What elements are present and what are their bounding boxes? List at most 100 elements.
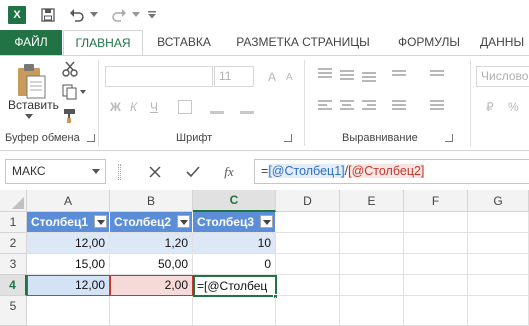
column-header-f[interactable]: F <box>404 190 468 212</box>
empty-cell[interactable] <box>277 275 340 296</box>
row-header-2[interactable]: 2 <box>0 233 27 254</box>
empty-cell[interactable] <box>468 275 529 296</box>
bold-button[interactable]: Ж <box>110 100 121 114</box>
undo-dropdown-icon[interactable] <box>88 5 100 25</box>
cancel-icon[interactable] <box>142 159 168 184</box>
empty-cell[interactable] <box>404 233 468 254</box>
empty-cell[interactable] <box>276 296 340 326</box>
wrap-text-icon[interactable] <box>430 70 444 82</box>
paste-button-label[interactable]: Вставить <box>8 98 59 112</box>
empty-cell[interactable] <box>340 296 404 326</box>
fill-color-icon[interactable] <box>210 100 224 114</box>
tab-insert[interactable]: ВСТАВКА <box>149 30 219 55</box>
spreadsheet-grid[interactable]: A B C D E F G 1 2 3 4 5 Столбец1 Столбец… <box>0 190 529 326</box>
enter-icon[interactable] <box>180 159 206 184</box>
table-cell[interactable]: 0 <box>193 254 276 275</box>
empty-cell[interactable] <box>340 275 404 296</box>
row-header-1[interactable]: 1 <box>0 212 27 233</box>
tab-home[interactable]: ГЛАВНАЯ <box>63 30 143 56</box>
empty-cell[interactable] <box>340 233 404 254</box>
row-header-4[interactable]: 4 <box>0 275 27 296</box>
table-cell[interactable]: 1,20 <box>110 233 193 254</box>
active-cell-editor[interactable]: =[@Столбец <box>193 275 277 297</box>
filter-dropdown-icon[interactable] <box>177 215 190 228</box>
empty-cell[interactable] <box>468 296 529 326</box>
column-header-g[interactable]: G <box>468 190 529 212</box>
table-cell-referenced[interactable]: 2,00 <box>110 275 193 296</box>
table-cell-referenced[interactable]: 12,00 <box>27 275 110 296</box>
empty-cell[interactable] <box>340 254 404 275</box>
tab-file[interactable]: ФАЙЛ <box>0 30 62 55</box>
tab-formulas[interactable]: ФОРМУЛЫ <box>388 30 470 55</box>
row-header-3[interactable]: 3 <box>0 254 27 275</box>
underline-button[interactable]: Ч <box>150 100 158 114</box>
copy-dropdown-icon[interactable] <box>80 90 86 94</box>
empty-cell[interactable] <box>404 275 468 296</box>
table-cell[interactable]: 12,00 <box>27 233 110 254</box>
table-cell[interactable]: 15,00 <box>27 254 110 275</box>
table-header-cell[interactable]: Столбец3 <box>193 212 276 233</box>
table-header-cell[interactable]: Столбец1 <box>27 212 110 233</box>
table-header-cell[interactable]: Столбец2 <box>110 212 193 233</box>
formula-input[interactable]: =[@Столбец1]/[@Столбец2] <box>254 159 529 184</box>
filter-dropdown-icon[interactable] <box>94 215 107 228</box>
column-header-b[interactable]: B <box>110 190 193 212</box>
empty-cell[interactable] <box>404 296 468 326</box>
column-header-a[interactable]: A <box>27 190 110 212</box>
empty-cell[interactable] <box>276 233 340 254</box>
align-left-icon[interactable] <box>318 100 332 112</box>
orientation-icon[interactable] <box>392 70 406 82</box>
align-top-icon[interactable] <box>318 68 332 80</box>
paste-dropdown-icon[interactable] <box>25 114 33 119</box>
table-cell[interactable]: 50,00 <box>110 254 193 275</box>
format-painter-icon[interactable] <box>62 108 78 127</box>
redo-icon[interactable] <box>108 5 130 25</box>
align-middle-icon[interactable] <box>340 70 354 82</box>
align-center-icon[interactable] <box>340 100 354 112</box>
empty-cell[interactable] <box>276 212 340 233</box>
alignment-launcher-icon[interactable] <box>445 134 453 142</box>
empty-cell[interactable] <box>404 212 468 233</box>
copy-icon[interactable] <box>62 84 78 103</box>
column-header-c[interactable]: C <box>193 190 276 212</box>
empty-cell[interactable] <box>193 297 276 326</box>
font-size-select[interactable]: 11 <box>214 66 254 87</box>
tab-page-layout[interactable]: РАЗМЕТКА СТРАНИЦЫ <box>228 30 378 55</box>
empty-cell[interactable] <box>468 212 529 233</box>
align-bottom-icon[interactable] <box>362 72 376 84</box>
empty-cell[interactable] <box>276 254 340 275</box>
name-box[interactable]: МАКС <box>5 159 106 184</box>
merge-cells-icon[interactable] <box>430 100 444 112</box>
borders-icon[interactable] <box>178 100 192 114</box>
empty-cell[interactable] <box>468 233 529 254</box>
customize-qat-icon[interactable] <box>146 5 158 25</box>
table-cell[interactable]: 10 <box>193 233 276 254</box>
select-all-corner[interactable] <box>0 190 27 212</box>
grow-font-icon[interactable]: A <box>268 70 276 84</box>
currency-icon[interactable]: ₽ <box>486 100 494 114</box>
resize-handle[interactable] <box>118 164 121 180</box>
insert-function-icon[interactable]: fx <box>216 159 242 184</box>
align-right-icon[interactable] <box>362 100 376 112</box>
empty-cell[interactable] <box>27 296 110 326</box>
shrink-font-icon[interactable]: A <box>286 72 293 83</box>
empty-cell[interactable] <box>404 254 468 275</box>
empty-cell[interactable] <box>468 254 529 275</box>
redo-dropdown-icon[interactable] <box>130 5 142 25</box>
empty-cell[interactable] <box>340 212 404 233</box>
clipboard-launcher-icon[interactable] <box>87 134 95 142</box>
font-launcher-icon[interactable] <box>284 134 292 142</box>
empty-cell[interactable] <box>110 296 193 326</box>
name-box-dropdown-icon[interactable] <box>92 169 100 174</box>
indent-icon[interactable] <box>392 100 406 112</box>
cut-icon[interactable] <box>62 61 78 80</box>
paste-icon[interactable] <box>14 62 50 102</box>
font-name-select[interactable] <box>105 66 213 87</box>
filter-dropdown-icon[interactable] <box>260 215 273 228</box>
tab-data[interactable]: ДАННЫ <box>480 30 529 55</box>
font-color-icon[interactable] <box>240 100 254 114</box>
row-header-5[interactable]: 5 <box>0 296 27 326</box>
undo-icon[interactable] <box>66 5 88 25</box>
italic-button[interactable]: К <box>130 100 137 114</box>
number-format-select[interactable]: Числово <box>476 66 529 87</box>
